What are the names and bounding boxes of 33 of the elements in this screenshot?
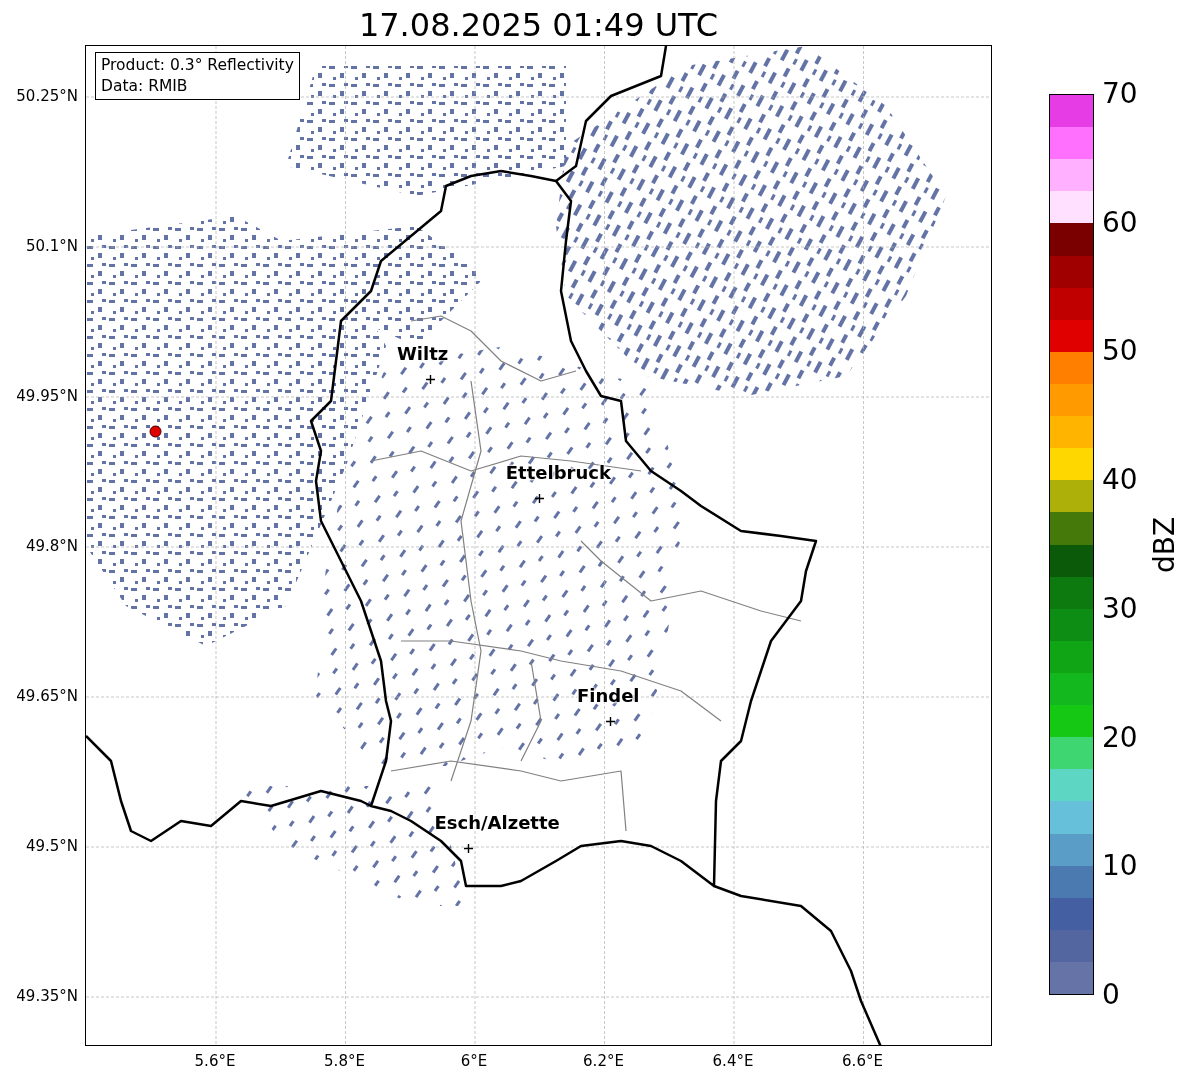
colorbar-tick-label: 50 xyxy=(1102,335,1138,368)
axis-tick-label: 49.65°N xyxy=(16,687,78,705)
colorbar-tick-label: 40 xyxy=(1102,464,1138,497)
axis-tick-label: 49.35°N xyxy=(16,987,78,1005)
colorbar-tick-label: 10 xyxy=(1102,850,1138,883)
colorbar-tick-label: 20 xyxy=(1102,721,1138,754)
plus-marker-icon xyxy=(606,716,616,726)
city-label: Findel xyxy=(576,685,640,706)
site-marker-icon xyxy=(148,424,162,438)
colorbar-tick-label: 30 xyxy=(1102,592,1138,625)
plus-marker-icon xyxy=(535,493,545,503)
plus-marker-icon xyxy=(464,843,473,853)
city-label: Esch/Alzette xyxy=(434,812,560,833)
axis-tick-label: 6.4°E xyxy=(712,1052,754,1070)
legend-text: Data: RMIB xyxy=(101,76,189,97)
axis-tick-label: 5.8°E xyxy=(324,1052,365,1070)
axis-tick-label: 50.25°N xyxy=(16,87,78,105)
colorbar-label: dBZ xyxy=(1147,516,1181,573)
legend-text: Product: 0.3° Reflectivity xyxy=(101,55,294,76)
chart-title: 17.08.2025 01:49 UTC xyxy=(358,5,719,45)
plus-marker-icon xyxy=(426,374,436,384)
axis-tick-label: 5.6°E xyxy=(194,1052,236,1070)
axis-tick-label: 6.2°E xyxy=(583,1052,624,1070)
axis-tick-label: 49.95°N xyxy=(16,387,78,405)
colorbar-tick-label: 60 xyxy=(1102,206,1138,239)
axis-tick-label: 50.1°N xyxy=(25,237,78,255)
city-label: Wiltz xyxy=(396,343,449,364)
axis-tick-label: 6°E xyxy=(460,1052,488,1070)
colorbar-tick-label: 0 xyxy=(1102,979,1120,1011)
axis-tick-label: 49.8°N xyxy=(25,537,78,555)
colorbar-tick-label: 70 xyxy=(1102,78,1138,110)
axis-tick-label: 49.5°N xyxy=(25,837,78,855)
axis-tick-label: 6.6°E xyxy=(842,1052,883,1070)
